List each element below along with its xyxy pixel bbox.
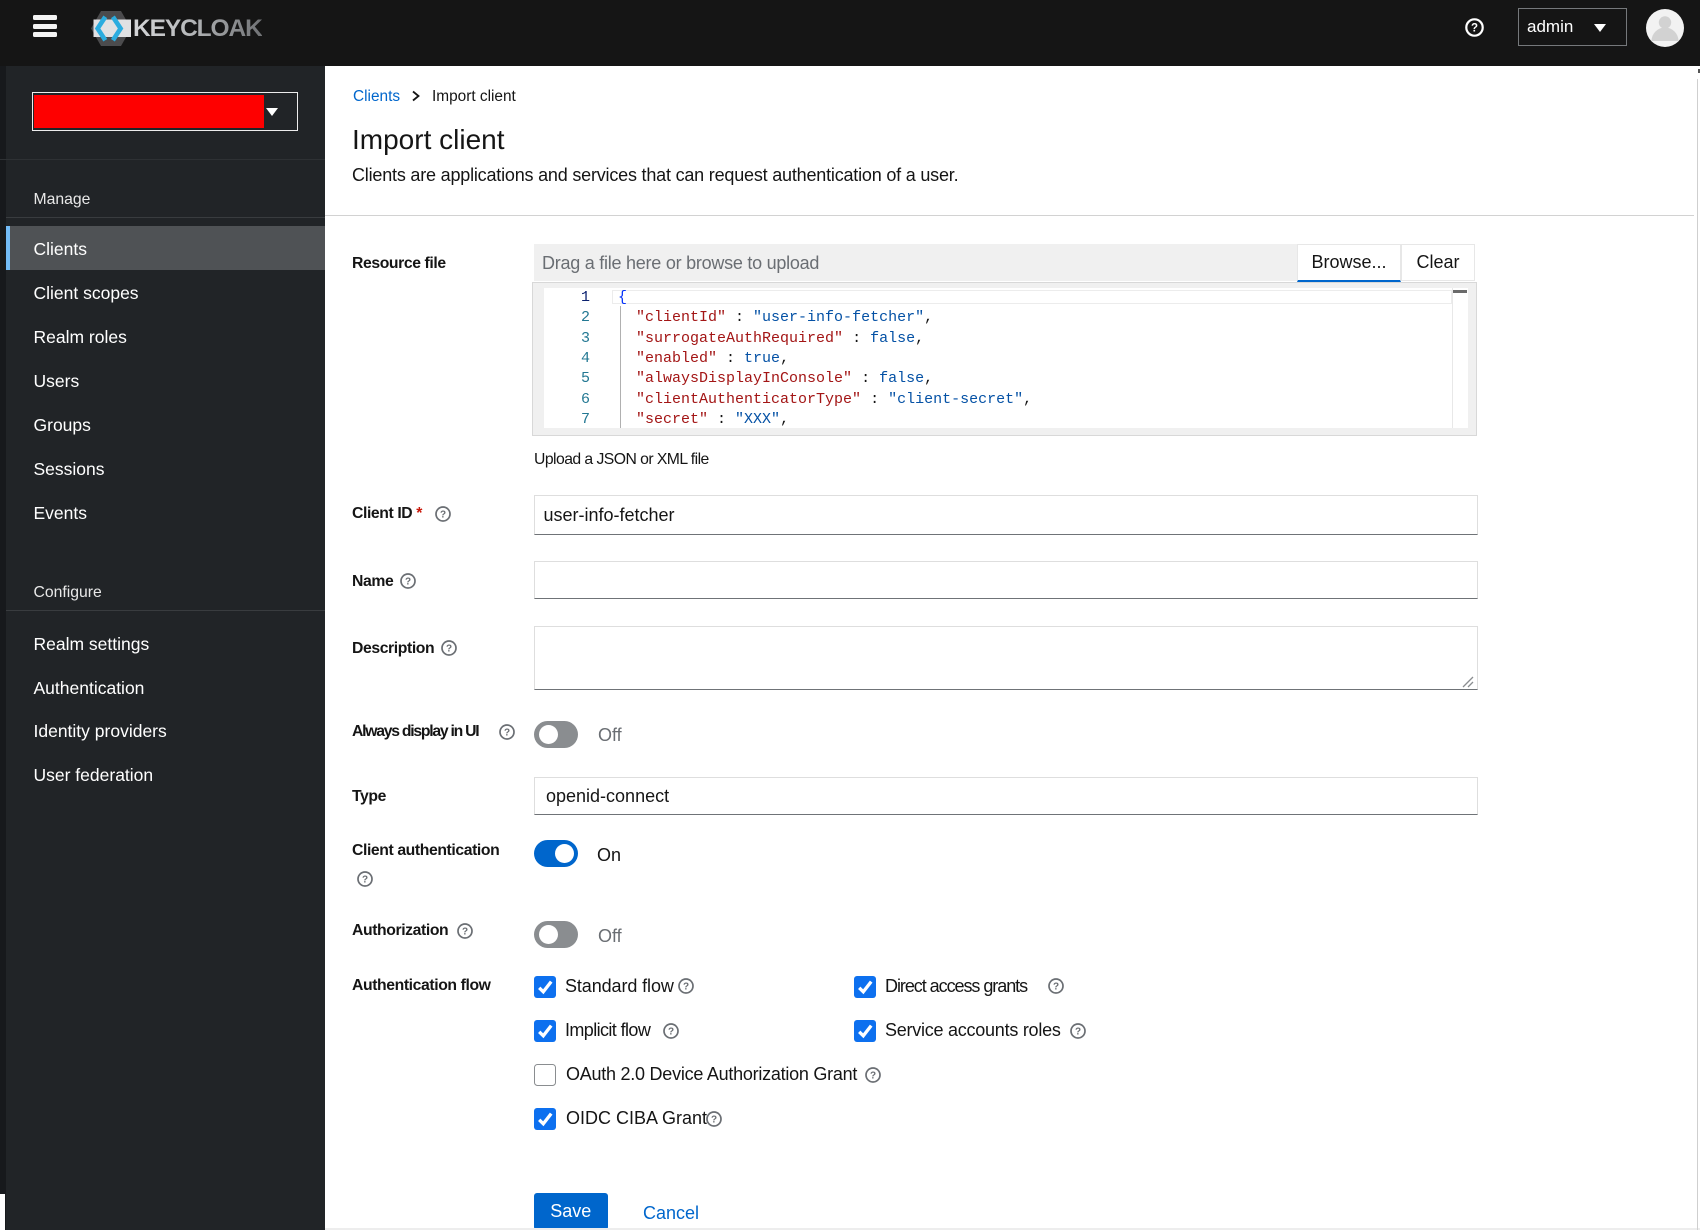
svg-text:?: ? xyxy=(446,644,452,655)
svg-text:?: ? xyxy=(1471,23,1478,35)
svg-text:?: ? xyxy=(1075,1027,1081,1038)
svg-text:?: ? xyxy=(504,728,510,739)
svg-text:?: ? xyxy=(668,1027,674,1038)
svg-text:?: ? xyxy=(1053,981,1059,992)
svg-text:?: ? xyxy=(362,875,368,886)
svg-text:?: ? xyxy=(440,510,446,521)
svg-text:?: ? xyxy=(683,981,689,992)
svg-text:?: ? xyxy=(711,1115,717,1126)
svg-text:?: ? xyxy=(405,577,411,588)
svg-text:?: ? xyxy=(870,1071,876,1082)
svg-text:?: ? xyxy=(462,927,468,938)
